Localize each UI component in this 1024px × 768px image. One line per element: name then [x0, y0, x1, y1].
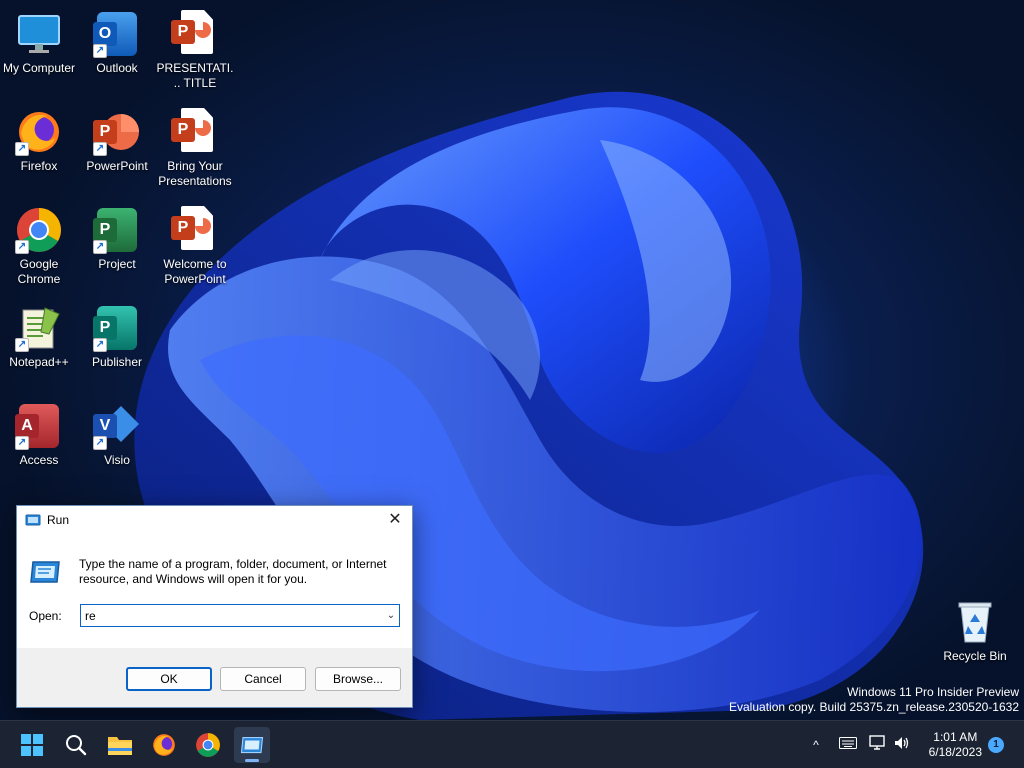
desktop-icon-firefox[interactable]: ↗ Firefox	[0, 102, 78, 196]
outlook-icon: O ↗	[93, 10, 141, 58]
search-icon	[66, 735, 87, 756]
system-tray: ^ 1:01 AM 6/18/2023 1	[784, 721, 1024, 768]
desktop-icon-recycle-bin[interactable]: Recycle Bin	[936, 592, 1014, 686]
desktop-icon-my-computer[interactable]: My Computer	[0, 4, 78, 98]
publisher-icon: P ↗	[93, 304, 141, 352]
watermark-line-1: Windows 11 Pro Insider Preview	[847, 685, 1019, 699]
run-dialog-description: Type the name of a program, folder, docu…	[79, 557, 387, 586]
desktop-icon-label: Firefox	[20, 159, 58, 173]
powerpoint-icon: P ↗	[93, 108, 141, 156]
desktop-icon-label: Welcome to PowerPoint	[163, 257, 227, 286]
taskbar-run[interactable]	[234, 727, 270, 763]
desktop-icon-visio[interactable]: V ↗ Visio	[78, 396, 156, 490]
desktop-icon-publisher[interactable]: P ↗ Publisher	[78, 298, 156, 392]
firefox-icon: ↗	[15, 108, 63, 156]
file-explorer-icon	[108, 737, 132, 755]
desktop-icon-access[interactable]: A ↗ Access	[0, 396, 78, 490]
run-icon	[240, 736, 264, 754]
desktop-icon-label: Project	[98, 257, 136, 271]
volume-icon[interactable]	[892, 735, 912, 755]
ok-button[interactable]: OK	[126, 667, 212, 691]
run-dialog: Run ✕ Type the name of a program, folder…	[16, 505, 413, 708]
search-button[interactable]	[58, 727, 94, 763]
taskbar: ^ 1:01 AM 6/18/2023 1	[0, 720, 1024, 768]
desktop-icon-powerpoint[interactable]: P ↗ PowerPoint	[78, 102, 156, 196]
powerpoint-file-icon: P	[171, 206, 219, 254]
chrome-icon: ↗	[15, 206, 63, 254]
clock[interactable]: 1:01 AM 6/18/2023	[929, 730, 982, 760]
start-icon	[21, 734, 43, 756]
chevron-down-icon[interactable]: ⌄	[383, 606, 399, 625]
browse-button[interactable]: Browse...	[315, 667, 401, 691]
taskbar-file-explorer[interactable]	[102, 727, 138, 763]
shortcut-arrow-icon: ↗	[15, 142, 29, 156]
firefox-icon	[153, 734, 175, 756]
shortcut-arrow-icon: ↗	[93, 142, 107, 156]
desktop-icon-label: Google Chrome	[17, 257, 61, 286]
visio-icon: V ↗	[93, 402, 141, 450]
chevron-up-icon[interactable]: ^	[806, 735, 826, 755]
project-icon: P ↗	[93, 206, 141, 254]
chrome-icon	[196, 733, 220, 757]
desktop-icon-label: Bring Your Presentations	[158, 159, 232, 188]
desktop-icon-notepadpp[interactable]: ↗ Notepad++	[0, 298, 78, 392]
close-icon[interactable]: ✕	[384, 510, 406, 530]
powerpoint-file-icon: P	[171, 10, 219, 58]
recycle-bin-icon	[951, 598, 999, 646]
run-dialog-title: Run	[47, 513, 70, 527]
open-label: Open:	[29, 609, 62, 623]
desktop-icon-project[interactable]: P ↗ Project	[78, 200, 156, 294]
windows-watermark: Windows 11 Pro Insider Preview Evaluatio…	[729, 685, 1019, 715]
network-icon[interactable]	[868, 735, 888, 755]
desktop-icon-label: Recycle Bin	[943, 649, 1007, 663]
desktop-icon-label: Publisher	[91, 355, 143, 369]
watermark-line-2: Evaluation copy. Build 25375.zn_release.…	[729, 700, 1019, 714]
shortcut-arrow-icon: ↗	[15, 436, 29, 450]
desktop: My Computer ↗ Firefox ↗ Google Chrome ↗ …	[0, 0, 1024, 720]
run-dialog-titlebar[interactable]: Run	[17, 506, 412, 534]
desktop-icon-google-chrome[interactable]: ↗ Google Chrome	[0, 200, 78, 294]
taskbar-firefox[interactable]	[146, 727, 182, 763]
desktop-icon-outlook[interactable]: O ↗ Outlook	[78, 4, 156, 98]
desktop-icon-label: PowerPoint	[86, 159, 148, 173]
desktop-icon-label: Outlook	[96, 61, 138, 75]
start-button[interactable]	[14, 727, 50, 763]
cancel-button[interactable]: Cancel	[220, 667, 306, 691]
shortcut-arrow-icon: ↗	[15, 240, 29, 254]
run-dialog-body: Type the name of a program, folder, docu…	[17, 534, 412, 648]
active-indicator	[245, 759, 259, 762]
shortcut-arrow-icon: ↗	[93, 338, 107, 352]
notification-badge[interactable]: 1	[988, 737, 1004, 753]
run-open-input[interactable]	[80, 604, 400, 627]
powerpoint-file-icon: P	[171, 108, 219, 156]
shortcut-arrow-icon: ↗	[15, 338, 29, 352]
desktop-icon-presentation-title[interactable]: P PRESENTATI... TITLE	[156, 4, 234, 98]
shortcut-arrow-icon: ↗	[93, 436, 107, 450]
shortcut-arrow-icon: ↗	[93, 44, 107, 58]
shortcut-arrow-icon: ↗	[93, 240, 107, 254]
monitor-icon	[15, 10, 63, 58]
clock-time: 1:01 AM	[933, 730, 978, 744]
clock-date: 6/18/2023	[928, 745, 982, 759]
desktop-icon-label: My Computer	[2, 61, 76, 75]
desktop-icon-label: Notepad++	[9, 355, 69, 369]
desktop-icon-label: Visio	[104, 453, 130, 467]
desktop-icon-bring-your-presentations[interactable]: P Bring Your Presentations	[156, 102, 234, 196]
notepadpp-icon: ↗	[15, 304, 63, 352]
desktop-icon-label: Access	[19, 453, 59, 467]
run-small-icon	[25, 514, 41, 526]
run-app-icon	[30, 561, 60, 583]
taskbar-chrome[interactable]	[190, 727, 226, 763]
desktop-icon-welcome-to-powerpoint[interactable]: P Welcome to PowerPoint	[156, 200, 234, 294]
access-icon: A ↗	[15, 402, 63, 450]
keyboard-icon[interactable]	[838, 735, 858, 755]
desktop-icon-label: PRESENTATI... TITLE	[156, 61, 234, 90]
